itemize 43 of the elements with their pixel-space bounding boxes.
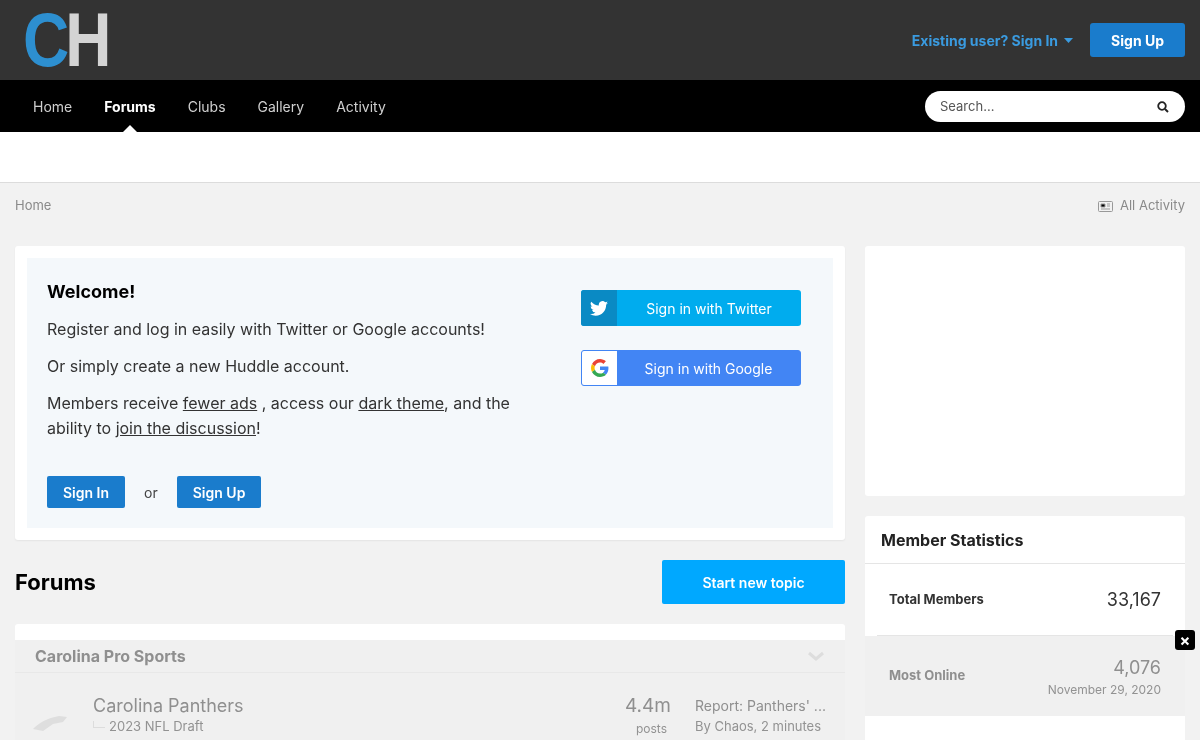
newspaper-icon [1098, 200, 1113, 212]
or-text: or [144, 482, 158, 503]
sign-in-button[interactable]: Sign In [47, 476, 126, 508]
stat-label: Most Online [889, 666, 966, 686]
last-post-title[interactable]: Report: Panthers' ... [695, 695, 830, 717]
bird-icon [590, 300, 608, 316]
last-post-meta: By Chaos, 2 minutes [695, 717, 823, 736]
search-icon[interactable] [1157, 100, 1169, 113]
nav-tab[interactable]: Gallery [241, 80, 321, 132]
forums-heading: Forums [15, 567, 96, 597]
post-count-label: posts [634, 720, 667, 738]
logo[interactable]: CH [23, 1, 108, 79]
google-g-icon [590, 359, 609, 377]
google-sign-in-button[interactable]: Sign in with Google [581, 350, 801, 386]
forum-title[interactable]: Carolina Panthers [93, 695, 611, 717]
stat-date: November 29, 2020 [1047, 680, 1161, 699]
search-field[interactable]: Search... [925, 90, 1185, 122]
nav-tab[interactable]: Clubs [171, 80, 242, 132]
subforum-link[interactable]: 2023 NFL Draft [109, 717, 204, 737]
text-link[interactable]: fewer ads [182, 393, 258, 413]
start-topic-button[interactable]: Start new topic [662, 560, 845, 604]
close-button[interactable]: × [1175, 630, 1195, 650]
stat-label: Total Members [889, 589, 984, 609]
post-count: 4.4m [623, 695, 671, 717]
caret-icon [1064, 37, 1074, 43]
nav-tab[interactable]: Activity [320, 80, 402, 132]
welcome-text: Members receive fewer ads , access our dark theme, and the ability to join the discussion! [47, 392, 511, 440]
welcome-text: Or simply create a new Huddle account. [47, 355, 351, 378]
stat-value: 33,167 [1106, 588, 1161, 612]
category-title[interactable]: Carolina Pro Sports [35, 644, 186, 668]
stat-value: 4,076 [1112, 655, 1161, 680]
welcome-title: Welcome! [47, 280, 137, 304]
sign-up-button[interactable]: Sign Up [1090, 23, 1185, 57]
sign-in-link[interactable]: Existing user? Sign In [911, 29, 1074, 51]
stats-title: Member Statistics [865, 516, 1185, 564]
text-link[interactable]: join the discussion [115, 418, 256, 438]
welcome-text: Register and log in easily with Twitter or Google accounts! [47, 318, 486, 341]
twitter-sign-in-button[interactable]: Sign in with Twitter [581, 290, 801, 326]
text-link[interactable]: dark theme [358, 393, 445, 413]
breadcrumb-link[interactable]: Home [15, 196, 52, 216]
nav-tab[interactable]: Home [17, 80, 89, 132]
sign-up-button[interactable]: Sign Up [176, 476, 262, 508]
all-activity-link[interactable]: All Activity [1098, 196, 1185, 216]
